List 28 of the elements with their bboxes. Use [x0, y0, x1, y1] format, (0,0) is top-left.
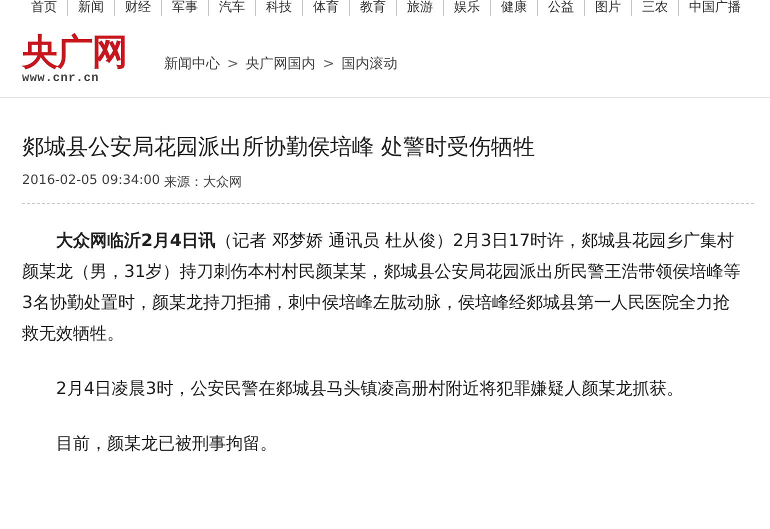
breadcrumb-separator: > [227, 56, 239, 72]
breadcrumb-link[interactable]: 国内滚动 [341, 54, 398, 72]
nav-link[interactable]: 财经 [115, 0, 162, 16]
source-label: 来源：大众网 [164, 174, 242, 191]
nav-link[interactable]: 娱乐 [444, 0, 491, 16]
nav-link[interactable]: 汽车 [209, 0, 256, 16]
article-paragraph: 目前，颜某龙已被刑事拘留。 [55, 433, 278, 456]
breadcrumb-link[interactable]: 新闻中心 [164, 54, 220, 72]
nav-link[interactable]: 首页 [21, 0, 68, 16]
nav-link[interactable]: 中国广播 [679, 0, 751, 16]
nav-link[interactable]: 体育 [303, 0, 350, 16]
nav-link[interactable]: 健康 [491, 0, 538, 16]
article-paragraph: 大众网临沂2月4日讯（记者 邓梦娇 通讯员 杜从俊）2月3日17时许，郯城县花园乡广集村颜某龙（男，31岁）持刀刺伤本村村民颜某某，郯城县公安局花园派出所民警王浩带领侯培峰等3名协勤处置时，颜某龙持刀拒捕，刺中侯培峰左肱动脉，侯培峰经郯城县第一人民医院全力抢救无效牺牲。 [22, 230, 742, 346]
publish-date: 2016-02-05 09:34:00 [22, 173, 160, 190]
logo-domain: www.cnr.cn [22, 72, 100, 84]
nav-link[interactable]: 图片 [585, 0, 632, 16]
nav-link[interactable]: 三农 [632, 0, 679, 16]
nav-link[interactable]: 公益 [538, 0, 585, 16]
nav-link[interactable]: 新闻 [68, 0, 115, 16]
nav-link[interactable]: 军事 [162, 0, 209, 16]
article-paragraph: 2月4日凌晨3时，公安民警在郯城县马头镇凌高册村附近将犯罪嫌疑人颜某龙抓获。 [55, 378, 684, 401]
logo-name[interactable]: 央广网 [22, 34, 142, 72]
article-title: 郯城县公安局花园派出所协勤侯培峰 处警时受伤牺牲 [22, 134, 536, 162]
breadcrumb-link[interactable]: 央广网国内 [246, 54, 316, 72]
nav-link[interactable]: 科技 [256, 0, 303, 16]
nav-link[interactable]: 旅游 [397, 0, 444, 16]
breadcrumb-separator: > [322, 56, 334, 72]
nav-link[interactable]: 教育 [350, 0, 397, 16]
